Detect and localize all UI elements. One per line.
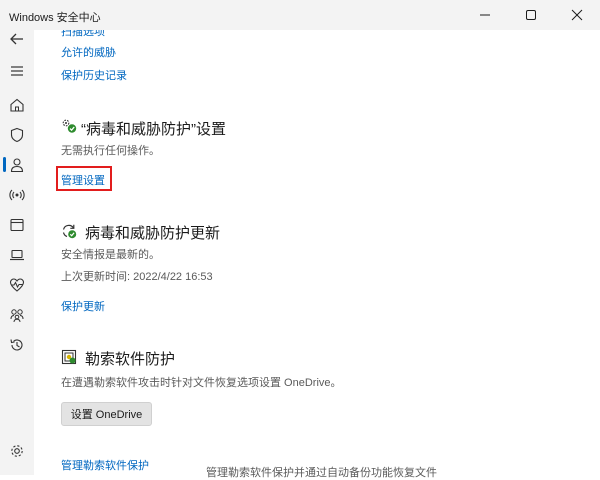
shield-icon [10, 127, 24, 143]
setup-onedrive-button[interactable]: 设置 OneDrive [61, 402, 152, 426]
maximize-button[interactable] [508, 0, 554, 30]
nav-app-browser-control[interactable] [5, 213, 29, 237]
protection-updates-link[interactable]: 保护更新 [61, 298, 105, 314]
ransomware-heading: 勒索软件防护 [85, 351, 176, 368]
last-update-time: 上次更新时间: 2022/4/22 16:53 [61, 271, 213, 283]
home-icon [10, 98, 24, 112]
nav-protection-history[interactable] [5, 333, 29, 357]
window-title: Windows 安全中心 [9, 12, 101, 24]
virus-updates-status: 安全情报是最新的。 [61, 249, 160, 261]
nav-device-health[interactable] [5, 273, 29, 297]
virus-settings-heading: “病毒和威胁防护”设置 [81, 121, 226, 138]
nav-firewall-network[interactable] [5, 183, 29, 207]
settings-gear-check-icon [61, 118, 77, 134]
close-icon [571, 9, 583, 21]
main-content: 扫描选项 允许的威胁 保护历史记录 “病毒和威胁防护”设置 无需执行任何操作。 … [34, 30, 600, 475]
close-button[interactable] [554, 0, 600, 30]
manage-ransomware-link[interactable]: 管理勒索软件保护 [61, 457, 149, 473]
protection-history-link[interactable]: 保护历史记录 [61, 67, 127, 83]
nav-account-protection[interactable] [5, 153, 29, 177]
nav-family-options[interactable] [5, 303, 29, 327]
minimize-icon [480, 14, 490, 16]
minimize-button[interactable] [462, 0, 508, 30]
wifi-antenna-icon [9, 189, 25, 201]
menu-button[interactable] [5, 59, 29, 83]
ransomware-description: 在遭遇勒索软件攻击时针对文件恢复选项设置 OneDrive。 [61, 377, 342, 389]
maximize-icon [526, 10, 536, 20]
history-icon [10, 339, 23, 351]
ransomware-icon [61, 349, 77, 365]
allowed-threats-link[interactable]: 允许的威胁 [61, 44, 116, 60]
navigation-sidebar [0, 30, 34, 475]
clipped-description: 管理勒索软件保护并通过自动备份功能恢复文件 [206, 467, 437, 479]
nav-settings[interactable] [5, 439, 29, 463]
person-icon [10, 158, 24, 173]
update-refresh-check-icon [61, 223, 77, 239]
virus-updates-heading: 病毒和威胁防护更新 [85, 225, 221, 242]
scan-options-link[interactable]: 扫描选项 [61, 30, 105, 39]
menu-icon [11, 66, 23, 76]
laptop-icon [10, 249, 24, 261]
nav-virus-protection[interactable] [5, 123, 29, 147]
settings-gear-icon [11, 445, 23, 457]
app-browser-icon [10, 218, 24, 232]
nav-home[interactable] [5, 93, 29, 117]
title-bar: Windows 安全中心 [0, 0, 600, 30]
manage-settings-link[interactable]: 管理设置 [61, 172, 105, 188]
back-arrow-icon [10, 33, 23, 45]
nav-device-security[interactable] [5, 243, 29, 267]
family-icon [10, 309, 24, 323]
back-button[interactable] [5, 27, 29, 51]
heart-pulse-icon [9, 278, 25, 292]
virus-settings-status: 无需执行任何操作。 [61, 145, 160, 157]
